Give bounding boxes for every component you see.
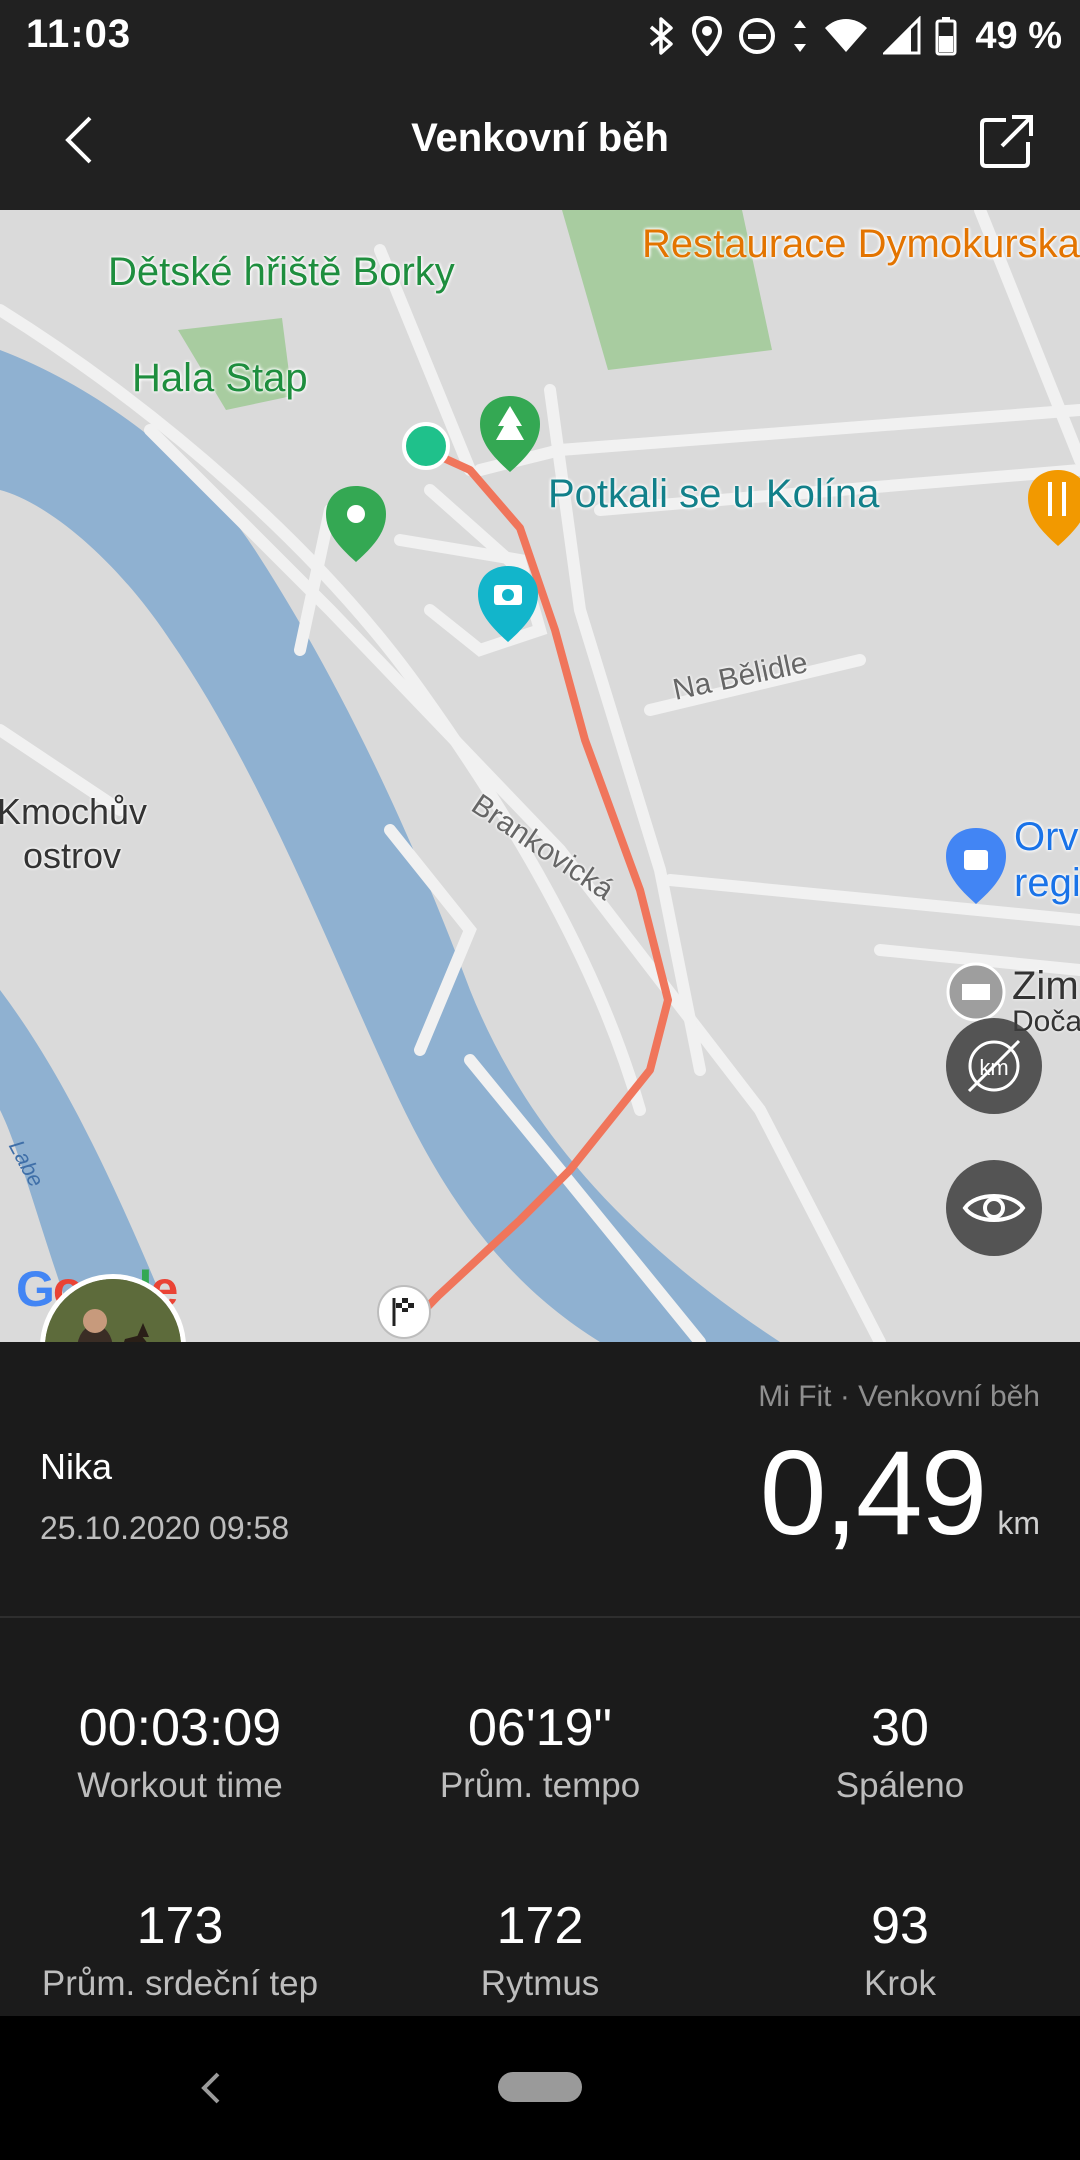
- bluetooth-icon: [650, 17, 674, 55]
- map-label-hall: Hala Stap: [132, 356, 308, 400]
- battery-icon: [935, 17, 957, 56]
- nav-home-pill[interactable]: [498, 2072, 582, 2102]
- system-nav-bar: [0, 2016, 1080, 2160]
- map-label-playground: Dětské hřiště Borky: [108, 250, 455, 294]
- stat-value: 173: [136, 1897, 224, 1955]
- map-label-island-line2: ostrov: [22, 835, 122, 876]
- stat-label: Krok: [864, 1964, 936, 2003]
- location-icon: [692, 16, 723, 56]
- map-label-island: Kmochův ostrov: [0, 790, 152, 878]
- status-bar: 11:03 49 %: [0, 0, 1080, 72]
- stat-value: 30: [871, 1699, 929, 1757]
- map-label-island-line1: Kmochův: [0, 791, 148, 832]
- map-label-photo-spot: Potkali se u Kolína: [548, 472, 880, 516]
- workout-source: Mi Fit · Venkovní běh: [758, 1380, 1040, 1413]
- map-label-restaurant: Restaurace Dymokurska: [642, 222, 1080, 266]
- stat-label: Workout time: [77, 1766, 283, 1805]
- signal-icon: [883, 16, 921, 55]
- summary-divider: [0, 1616, 1080, 1618]
- generic-pin-icon: [946, 962, 1006, 1022]
- stat-label: Prům. srdeční tep: [41, 1964, 319, 2003]
- route-map[interactable]: Dětské hřiště Borky Restaurace Dymokursk…: [0, 210, 1080, 1342]
- page-title: Venkovní běh: [411, 116, 669, 160]
- stat-calories: 30 Spáleno: [720, 1698, 1080, 1806]
- map-label-shop-line2: regi: [1014, 861, 1080, 905]
- share-icon[interactable]: [978, 112, 1036, 170]
- stat-label: Spáleno: [835, 1766, 965, 1805]
- stat-stride: 93 Krok: [720, 1896, 1080, 2004]
- wifi-icon: [825, 19, 868, 52]
- stat-value: 172: [496, 1897, 584, 1955]
- nav-back-button[interactable]: [190, 2064, 230, 2112]
- route-start-marker: [402, 422, 450, 470]
- stats-grid: 00:03:09 Workout time 06'19" Prům. tempo…: [0, 1620, 1080, 2014]
- stat-value: 93: [871, 1897, 929, 1955]
- distance-readout: 0,49 km: [760, 1424, 1040, 1562]
- app-bar: Venkovní běh: [0, 72, 1080, 210]
- status-icons: 49 %: [647, 10, 1062, 62]
- stat-avg-heart-rate: 173 Prům. srdeční tep: [0, 1896, 360, 2004]
- distance-unit: km: [997, 1505, 1040, 1541]
- eye-icon: [962, 1194, 1026, 1222]
- stat-label: Prům. tempo: [439, 1766, 641, 1805]
- visibility-toggle-button[interactable]: [946, 1160, 1042, 1256]
- stat-avg-pace: 06'19" Prům. tempo: [360, 1698, 720, 1806]
- battery-percent: 49 %: [975, 14, 1062, 57]
- map-label-other-line1: Zim: [1012, 964, 1079, 1008]
- stat-cadence: 172 Rytmus: [360, 1896, 720, 2004]
- map-label-shop-line1: Orv: [1014, 815, 1079, 859]
- stat-label: Rytmus: [480, 1964, 600, 2003]
- data-arrows-icon: [794, 20, 807, 52]
- distance-value: 0,49: [759, 1426, 988, 1560]
- route-finish-marker: [377, 1285, 431, 1339]
- workout-datetime: 25.10.2020 09:58: [40, 1510, 290, 1546]
- stat-workout-time: 00:03:09 Workout time: [0, 1698, 360, 1806]
- stat-value: 00:03:09: [78, 1699, 282, 1757]
- user-name: Nika: [40, 1446, 113, 1487]
- km-off-icon: km: [967, 1039, 1021, 1093]
- map-label-shop: Orv regi: [1014, 814, 1080, 906]
- stat-value: 06'19": [467, 1699, 613, 1757]
- status-time: 11:03: [26, 12, 132, 56]
- hide-km-markers-button[interactable]: km: [946, 1018, 1042, 1114]
- do-not-disturb-icon: [739, 18, 776, 54]
